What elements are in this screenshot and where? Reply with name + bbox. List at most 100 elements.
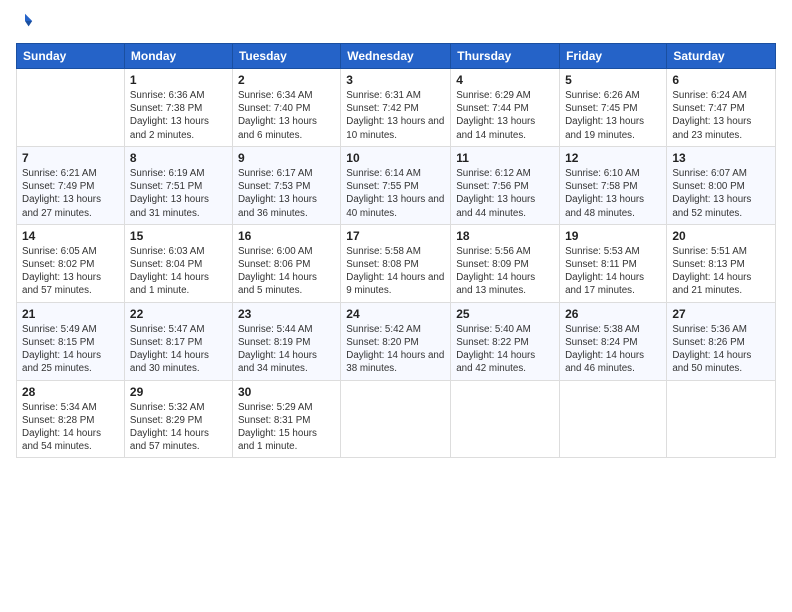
day-info: Sunrise: 6:05 AMSunset: 8:02 PMDaylight:… [22,245,119,298]
day-info: Sunrise: 6:21 AMSunset: 7:49 PMDaylight:… [22,167,119,220]
day-number: 24 [346,307,445,321]
weekday-header-friday: Friday [560,44,667,69]
weekday-header-thursday: Thursday [451,44,560,69]
day-info: Sunrise: 6:10 AMSunset: 7:58 PMDaylight:… [565,167,661,220]
day-cell [667,380,776,458]
day-cell: 2Sunrise: 6:34 AMSunset: 7:40 PMDaylight… [232,69,340,147]
day-cell: 15 Sunrise: 6:03 AMSunset: 8:04 PMDayligh… [124,224,232,302]
day-cell: 29 Sunrise: 5:32 AMSunset: 8:29 PMDayligh… [124,380,232,458]
day-number: 28 [22,385,119,399]
header [16,12,776,35]
day-info: Sunrise: 5:51 AMSunset: 8:13 PMDaylight:… [672,245,770,298]
day-cell: 10Sunrise: 6:14 AMSunset: 7:55 PMDayligh… [341,146,451,224]
weekday-header-tuesday: Tuesday [232,44,340,69]
week-row-2: 7 Sunrise: 6:21 AMSunset: 7:49 PMDaylight… [17,146,776,224]
day-info: Sunrise: 6:00 AMSunset: 8:06 PMDaylight:… [238,245,335,298]
day-cell: 21Sunrise: 5:49 AMSunset: 8:15 PMDayligh… [17,302,125,380]
day-info: Sunrise: 5:44 AMSunset: 8:19 PMDaylight:… [238,323,335,376]
day-info: Sunrise: 6:29 AMSunset: 7:44 PMDaylight:… [456,89,554,142]
day-number: 23 [238,307,335,321]
day-number: 6 [672,73,770,87]
day-cell: 18 Sunrise: 5:56 AMSunset: 8:09 PMDayligh… [451,224,560,302]
day-info: Sunrise: 6:36 AMSunset: 7:38 PMDaylight:… [130,89,227,142]
day-info: Sunrise: 6:34 AMSunset: 7:40 PMDaylight:… [238,89,335,142]
day-cell: 28 Sunrise: 5:34 AMSunset: 8:28 PMDayligh… [17,380,125,458]
day-number: 25 [456,307,554,321]
day-cell: 19 Sunrise: 5:53 AMSunset: 8:11 PMDayligh… [560,224,667,302]
day-info: Sunrise: 5:58 AMSunset: 8:08 PMDaylight:… [346,245,445,298]
day-number: 20 [672,229,770,243]
day-number: 30 [238,385,335,399]
day-cell: 6 Sunrise: 6:24 AMSunset: 7:47 PMDaylight… [667,69,776,147]
weekday-header-wednesday: Wednesday [341,44,451,69]
weekday-header-sunday: Sunday [17,44,125,69]
day-info: Sunrise: 5:53 AMSunset: 8:11 PMDaylight:… [565,245,661,298]
day-info: Sunrise: 6:14 AMSunset: 7:55 PMDaylight:… [346,167,445,220]
day-info: Sunrise: 5:36 AMSunset: 8:26 PMDaylight:… [672,323,770,376]
day-info: Sunrise: 6:31 AMSunset: 7:42 PMDaylight:… [346,89,445,142]
day-number: 15 [130,229,227,243]
day-number: 22 [130,307,227,321]
day-info: Sunrise: 6:24 AMSunset: 7:47 PMDaylight:… [672,89,770,142]
day-info: Sunrise: 6:17 AMSunset: 7:53 PMDaylight:… [238,167,335,220]
day-number: 7 [22,151,119,165]
calendar-table: SundayMondayTuesdayWednesdayThursdayFrid… [16,43,776,458]
day-info: Sunrise: 6:26 AMSunset: 7:45 PMDaylight:… [565,89,661,142]
weekday-header-monday: Monday [124,44,232,69]
day-info: Sunrise: 5:34 AMSunset: 8:28 PMDaylight:… [22,401,119,454]
logo-icon [16,12,34,30]
day-number: 26 [565,307,661,321]
day-info: Sunrise: 6:07 AMSunset: 8:00 PMDaylight:… [672,167,770,220]
day-cell: 9 Sunrise: 6:17 AMSunset: 7:53 PMDaylight… [232,146,340,224]
day-cell: 25 Sunrise: 5:40 AMSunset: 8:22 PMDayligh… [451,302,560,380]
day-cell: 30Sunrise: 5:29 AMSunset: 8:31 PMDayligh… [232,380,340,458]
day-cell: 1 Sunrise: 6:36 AMSunset: 7:38 PMDaylight… [124,69,232,147]
day-cell: 24 Sunrise: 5:42 AMSunset: 8:20 PMDayligh… [341,302,451,380]
day-cell [560,380,667,458]
weekday-header-row: SundayMondayTuesdayWednesdayThursdayFrid… [17,44,776,69]
day-info: Sunrise: 5:32 AMSunset: 8:29 PMDaylight:… [130,401,227,454]
day-cell: 11 Sunrise: 6:12 AMSunset: 7:56 PMDayligh… [451,146,560,224]
day-info: Sunrise: 5:56 AMSunset: 8:09 PMDaylight:… [456,245,554,298]
day-cell: 26 Sunrise: 5:38 AMSunset: 8:24 PMDayligh… [560,302,667,380]
day-number: 11 [456,151,554,165]
day-cell: 13 Sunrise: 6:07 AMSunset: 8:00 PMDayligh… [667,146,776,224]
day-number: 4 [456,73,554,87]
day-cell [17,69,125,147]
day-number: 13 [672,151,770,165]
day-info: Sunrise: 5:40 AMSunset: 8:22 PMDaylight:… [456,323,554,376]
day-cell: 3 Sunrise: 6:31 AMSunset: 7:42 PMDaylight… [341,69,451,147]
day-cell: 22Sunrise: 5:47 AMSunset: 8:17 PMDayligh… [124,302,232,380]
day-number: 12 [565,151,661,165]
day-number: 18 [456,229,554,243]
weekday-header-saturday: Saturday [667,44,776,69]
day-cell: 8Sunrise: 6:19 AMSunset: 7:51 PMDaylight… [124,146,232,224]
day-cell: 4 Sunrise: 6:29 AMSunset: 7:44 PMDaylight… [451,69,560,147]
day-info: Sunrise: 6:03 AMSunset: 8:04 PMDaylight:… [130,245,227,298]
day-number: 19 [565,229,661,243]
day-number: 27 [672,307,770,321]
day-cell [451,380,560,458]
day-cell: 27 Sunrise: 5:36 AMSunset: 8:26 PMDayligh… [667,302,776,380]
day-cell: 16 Sunrise: 6:00 AMSunset: 8:06 PMDayligh… [232,224,340,302]
day-info: Sunrise: 5:42 AMSunset: 8:20 PMDaylight:… [346,323,445,376]
day-number: 3 [346,73,445,87]
day-number: 17 [346,229,445,243]
day-info: Sunrise: 5:38 AMSunset: 8:24 PMDaylight:… [565,323,661,376]
day-number: 8 [130,151,227,165]
day-cell [341,380,451,458]
day-number: 5 [565,73,661,87]
day-number: 14 [22,229,119,243]
day-cell: 14 Sunrise: 6:05 AMSunset: 8:02 PMDayligh… [17,224,125,302]
day-cell: 7 Sunrise: 6:21 AMSunset: 7:49 PMDaylight… [17,146,125,224]
day-number: 21 [22,307,119,321]
day-info: Sunrise: 6:12 AMSunset: 7:56 PMDaylight:… [456,167,554,220]
day-cell: 12 Sunrise: 6:10 AMSunset: 7:58 PMDayligh… [560,146,667,224]
day-number: 9 [238,151,335,165]
day-cell: 17 Sunrise: 5:58 AMSunset: 8:08 PMDayligh… [341,224,451,302]
day-cell: 23 Sunrise: 5:44 AMSunset: 8:19 PMDayligh… [232,302,340,380]
day-number: 16 [238,229,335,243]
day-number: 29 [130,385,227,399]
day-number: 1 [130,73,227,87]
day-cell: 20 Sunrise: 5:51 AMSunset: 8:13 PMDayligh… [667,224,776,302]
